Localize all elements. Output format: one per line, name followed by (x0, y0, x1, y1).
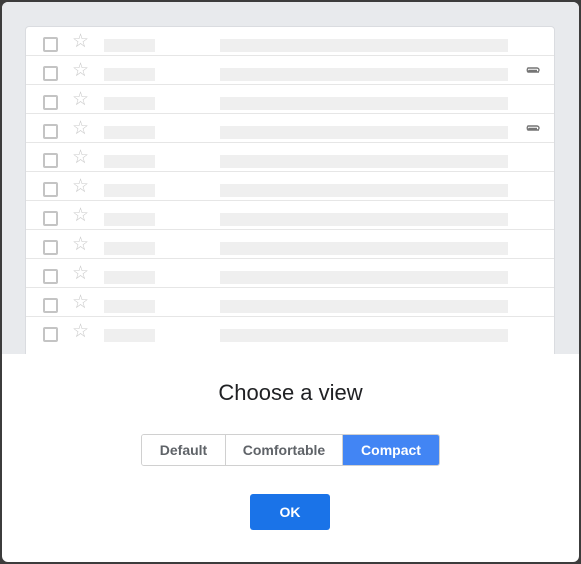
view-option-default[interactable]: Default (142, 435, 226, 465)
star-icon: ☆ (72, 320, 90, 342)
subject-placeholder (220, 300, 508, 313)
checkbox-icon (43, 240, 58, 255)
subject-placeholder (220, 271, 508, 284)
preview-row: ☆ (26, 172, 554, 201)
checkbox-icon (43, 211, 58, 226)
star-icon: ☆ (72, 88, 90, 110)
sender-placeholder (104, 184, 155, 197)
checkbox-icon (43, 182, 58, 197)
subject-placeholder (220, 39, 508, 52)
subject-placeholder (220, 184, 508, 197)
subject-placeholder (220, 126, 508, 139)
preview-row: ☆ (26, 259, 554, 288)
subject-placeholder (220, 68, 508, 81)
sender-placeholder (104, 271, 155, 284)
star-icon: ☆ (72, 117, 90, 139)
sender-placeholder (104, 155, 155, 168)
checkbox-icon (43, 37, 58, 52)
preview-row: ☆ (26, 27, 554, 56)
preview-row: ☆ (26, 201, 554, 230)
checkbox-icon (43, 66, 58, 81)
sender-placeholder (104, 68, 155, 81)
sender-placeholder (104, 97, 155, 110)
sender-placeholder (104, 39, 155, 52)
preview-row: ☆ (26, 56, 554, 85)
checkbox-icon (43, 327, 58, 342)
paperclip-icon (526, 125, 540, 131)
star-icon: ☆ (72, 30, 90, 52)
preview-row: ☆ (26, 288, 554, 317)
ok-button[interactable]: OK (250, 494, 330, 530)
preview-row: ☆ (26, 114, 554, 143)
sender-placeholder (104, 242, 155, 255)
paperclip-icon (526, 67, 540, 73)
checkbox-icon (43, 153, 58, 168)
preview-row: ☆ (26, 85, 554, 114)
dialog-title: Choose a view (218, 380, 363, 405)
checkbox-icon (43, 269, 58, 284)
star-icon: ☆ (72, 59, 90, 81)
view-option-compact[interactable]: Compact (343, 435, 439, 465)
sender-placeholder (104, 213, 155, 226)
sender-placeholder (104, 300, 155, 313)
subject-placeholder (220, 213, 508, 226)
star-icon: ☆ (72, 262, 90, 284)
inbox-preview: ☆ ☆ ☆ ☆ ☆ ☆ ☆ ☆ ☆ ☆ ☆ (25, 26, 555, 354)
star-icon: ☆ (72, 204, 90, 226)
star-icon: ☆ (72, 146, 90, 168)
subject-placeholder (220, 155, 508, 168)
view-selector: Default Comfortable Compact (141, 434, 440, 466)
choose-view-dialog: ☆ ☆ ☆ ☆ ☆ ☆ ☆ ☆ ☆ ☆ ☆ Choose a view Default Comfor… (2, 2, 579, 562)
sender-placeholder (104, 126, 155, 139)
preview-row: ☆ (26, 230, 554, 259)
checkbox-icon (43, 95, 58, 110)
checkbox-icon (43, 124, 58, 139)
preview-area: ☆ ☆ ☆ ☆ ☆ ☆ ☆ ☆ ☆ ☆ ☆ (2, 2, 579, 354)
star-icon: ☆ (72, 233, 90, 255)
subject-placeholder (220, 97, 508, 110)
subject-placeholder (220, 329, 508, 342)
preview-row: ☆ (26, 143, 554, 172)
subject-placeholder (220, 242, 508, 255)
sender-placeholder (104, 329, 155, 342)
star-icon: ☆ (72, 175, 90, 197)
preview-row: ☆ (26, 317, 554, 346)
checkbox-icon (43, 298, 58, 313)
star-icon: ☆ (72, 291, 90, 313)
view-option-comfortable[interactable]: Comfortable (226, 435, 343, 465)
